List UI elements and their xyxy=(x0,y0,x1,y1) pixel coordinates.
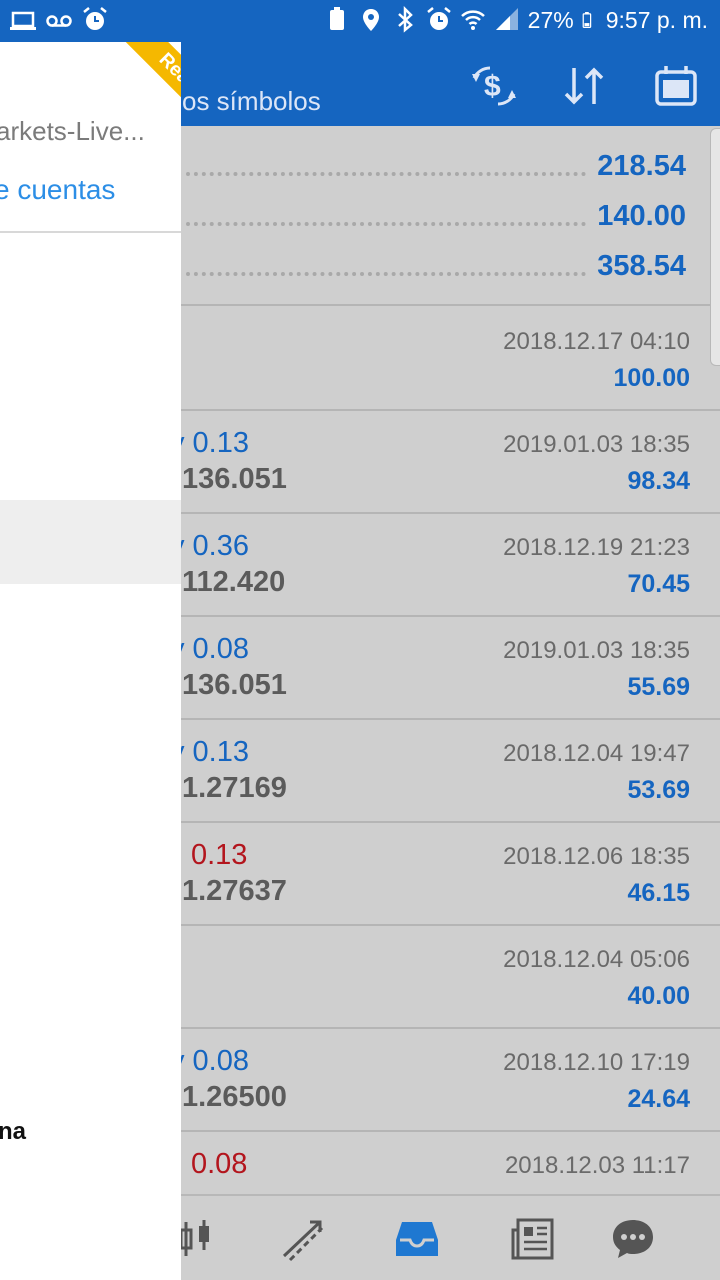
deal-price: 136.051 xyxy=(182,463,287,495)
deal-time: 2018.12.04 05:06 xyxy=(503,946,690,973)
deal-profit: 100.00 xyxy=(613,364,690,392)
manage-accounts-link[interactable]: e cuentas xyxy=(0,174,115,206)
sort-icon[interactable] xyxy=(560,62,608,110)
deal-side: y 0.36 xyxy=(170,530,249,562)
summary-row: 140.00 xyxy=(597,196,686,236)
deal-time: 2018.12.10 17:19 xyxy=(503,1049,690,1076)
deal-time: 2018.12.03 11:17 xyxy=(504,1152,690,1179)
status-right-icons: 27% 9:57 p. m. xyxy=(324,6,708,34)
deal-time: 2018.12.19 21:23 xyxy=(503,534,690,561)
calendar-icon[interactable] xyxy=(652,62,700,110)
deal-side: y 0.13 xyxy=(170,427,249,459)
summary-value: 218.54 xyxy=(597,149,686,182)
summary-row: 218.54 xyxy=(597,146,686,186)
location-icon xyxy=(362,9,379,31)
deal-price: 1.26500 xyxy=(182,1081,287,1113)
deal-profit: 70.45 xyxy=(627,570,690,598)
summary-leader xyxy=(186,272,586,276)
chat-icon[interactable] xyxy=(610,1216,656,1262)
deal-price: 1.27169 xyxy=(182,772,287,804)
battery-icon xyxy=(582,12,591,28)
deal-price: 112.420 xyxy=(182,566,286,598)
laptop-icon xyxy=(10,11,36,30)
deal-time: 2018.12.06 18:35 xyxy=(503,843,690,870)
deal-side: ll 0.08 xyxy=(170,1148,248,1180)
wifi-icon xyxy=(460,10,485,30)
status-left-icons xyxy=(10,6,108,34)
deal-side: y 0.08 xyxy=(170,633,249,665)
currency-exchange-icon[interactable]: $ xyxy=(470,62,518,110)
deal-profit: 55.69 xyxy=(627,673,690,701)
deal-time: 2019.01.03 18:35 xyxy=(503,637,690,664)
deal-profit: 24.64 xyxy=(627,1085,690,1113)
summary-row: 358.54 xyxy=(597,246,686,286)
deal-price: 136.051 xyxy=(182,669,287,701)
summary-leader xyxy=(186,222,586,226)
deal-side: y 0.13 xyxy=(170,736,249,768)
deal-time: 2018.12.17 04:10 xyxy=(503,328,690,355)
alarm-icon xyxy=(83,7,107,30)
deal-profit: 40.00 xyxy=(627,982,690,1010)
alarm-status-icon xyxy=(426,7,451,30)
deal-time: 2019.01.03 18:35 xyxy=(503,431,690,458)
navigation-drawer: arkets-Live... e cuentas na Real xyxy=(0,42,181,1280)
trade-icon[interactable] xyxy=(280,1216,326,1262)
deal-profit: 53.69 xyxy=(627,776,690,804)
deal-side: ll 0.13 xyxy=(170,839,248,871)
battery-percent: 27% xyxy=(527,6,574,33)
summary-value: 358.54 xyxy=(597,249,686,282)
deal-profit: 98.34 xyxy=(627,467,690,495)
summary-value: 140.00 xyxy=(597,199,686,232)
account-badge: Real xyxy=(100,42,181,123)
svg-text:$: $ xyxy=(484,70,501,103)
real-badge: Real xyxy=(115,42,181,123)
voicemail-icon xyxy=(46,15,72,27)
drawer-item-selected[interactable] xyxy=(0,500,181,584)
news-icon[interactable] xyxy=(510,1216,556,1262)
battery-saver-icon xyxy=(329,7,344,30)
deal-side: y 0.08 xyxy=(170,1045,249,1077)
signal-icon xyxy=(495,8,518,30)
clock: 9:57 p. m. xyxy=(605,6,708,33)
deal-price: 1.27637 xyxy=(182,875,287,907)
app-root: 27% 9:57 p. m. os símbolos $ 218.54 140.… xyxy=(0,0,720,1280)
deal-profit: 46.15 xyxy=(627,879,690,907)
scrollbar-thumb[interactable] xyxy=(710,128,720,366)
history-icon[interactable] xyxy=(394,1216,440,1262)
bluetooth-icon xyxy=(397,6,413,33)
drawer-item-label[interactable]: na xyxy=(0,1118,26,1146)
status-bar: 27% 9:57 p. m. xyxy=(0,0,720,42)
drawer-divider xyxy=(0,231,181,233)
page-title: os símbolos xyxy=(182,86,321,116)
deal-time: 2018.12.04 19:47 xyxy=(503,740,690,767)
summary-leader xyxy=(186,172,586,176)
